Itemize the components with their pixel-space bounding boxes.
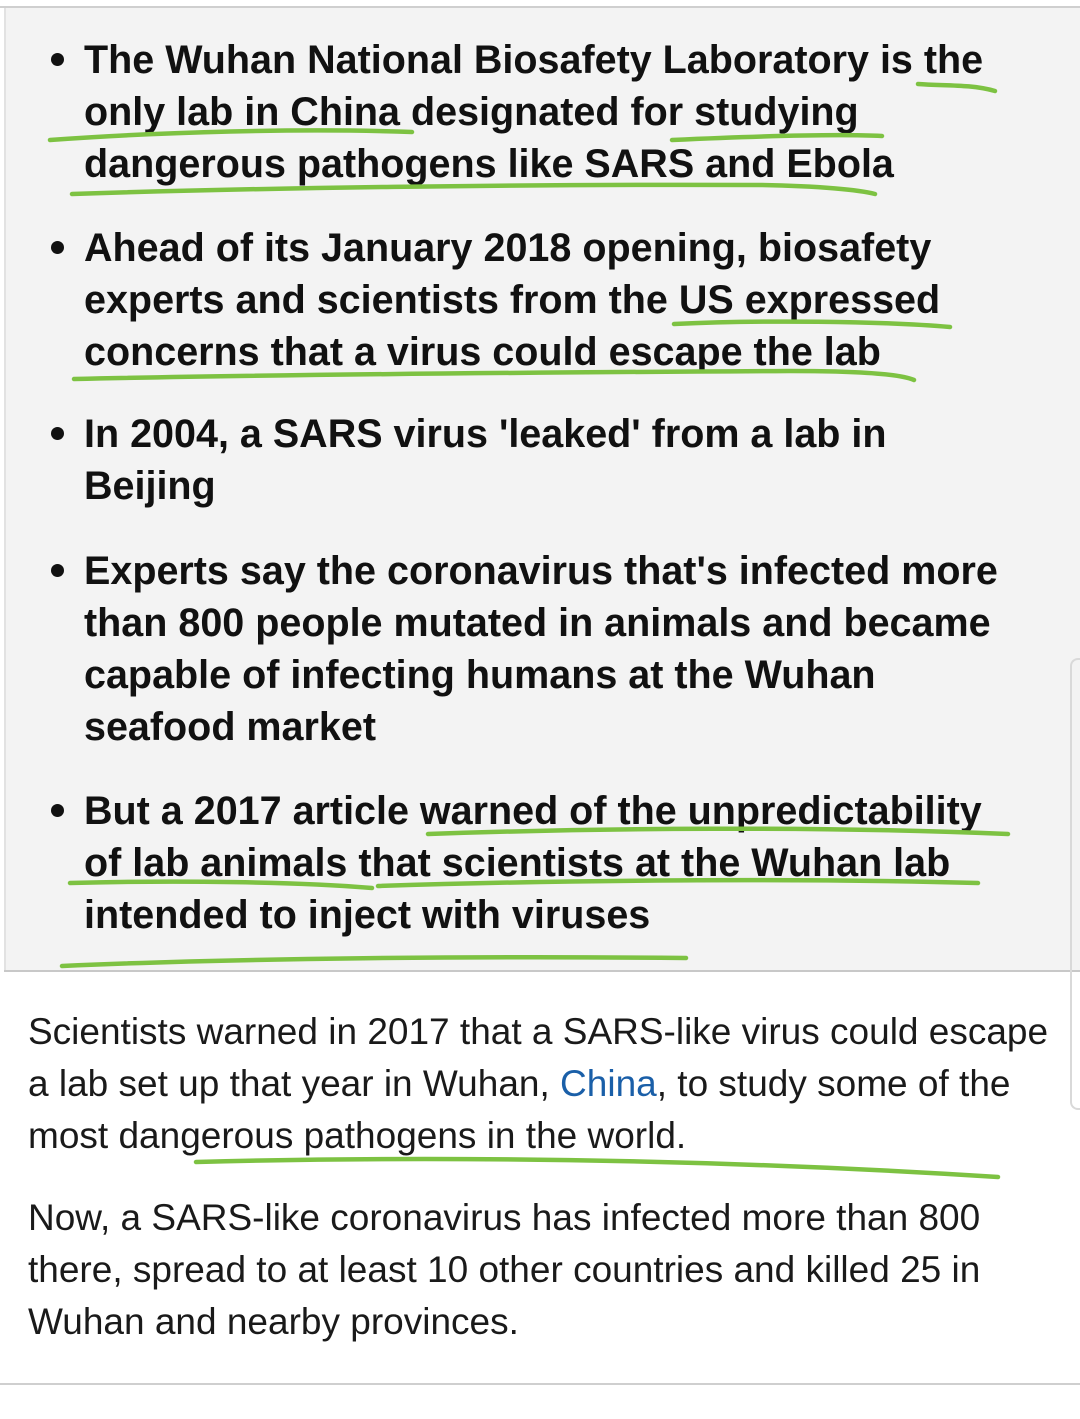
bullet-dot-icon bbox=[51, 427, 64, 440]
summary-bullet: Ahead of its January 2018 opening, biosa… bbox=[51, 222, 1024, 378]
summary-bullet-text: In 2004, a SARS virus 'leaked' from a la… bbox=[84, 412, 887, 508]
summary-bullet-text: Experts say the coronavirus that's infec… bbox=[84, 549, 998, 749]
bullet-dot-icon bbox=[51, 241, 64, 254]
scrollbar[interactable] bbox=[1070, 658, 1080, 1110]
summary-bullet: The Wuhan National Biosafety Laboratory … bbox=[51, 34, 1024, 190]
bullet-dot-icon bbox=[51, 53, 64, 66]
article-paragraph-2: Now, a SARS-like coronavirus has infecte… bbox=[28, 1197, 981, 1342]
summary-divider bbox=[4, 970, 1080, 972]
summary-bullet-text: The Wuhan National Biosafety Laboratory … bbox=[84, 38, 984, 186]
summary-bullet: Experts say the coronavirus that's infec… bbox=[51, 545, 1024, 753]
article-paragraph-1: Scientists warned in 2017 that a SARS-li… bbox=[28, 1006, 1068, 1162]
summary-bullet-text: But a 2017 article warned of the unpredi… bbox=[84, 789, 982, 937]
bottom-divider bbox=[0, 1383, 1080, 1385]
summary-bullet: But a 2017 article warned of the unpredi… bbox=[51, 785, 1024, 941]
china-link[interactable]: China bbox=[560, 1063, 657, 1104]
summary-bullet: In 2004, a SARS virus 'leaked' from a la… bbox=[51, 408, 1024, 512]
bullet-dot-icon bbox=[51, 564, 64, 577]
bullet-dot-icon bbox=[51, 804, 64, 817]
summary-bullet-text: Ahead of its January 2018 opening, biosa… bbox=[84, 226, 941, 374]
